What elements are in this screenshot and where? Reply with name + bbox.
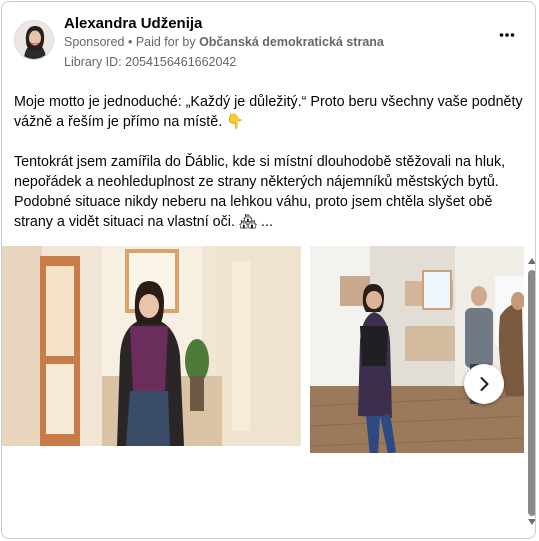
more-options-button[interactable]: [499, 27, 515, 46]
paid-for-by-name[interactable]: Občanská demokratická strana: [199, 35, 384, 49]
photo-apartment: [310, 246, 524, 453]
sponsored-line: Sponsored • Paid for by Občanská demokra…: [64, 35, 384, 49]
avatar-image: [15, 21, 53, 59]
sponsored-label: Sponsored: [64, 35, 125, 49]
carousel-image-2[interactable]: [310, 246, 524, 453]
advertiser-avatar[interactable]: [14, 20, 54, 60]
paid-for-prefix: Paid for by: [135, 35, 196, 49]
photo-hallway: [2, 246, 301, 446]
scroll-up-arrow-icon[interactable]: [528, 258, 535, 264]
ad-card: Alexandra Udženija Sponsored • Paid for …: [1, 1, 536, 539]
vertical-scrollbar[interactable]: [526, 258, 535, 528]
carousel-image-1[interactable]: [2, 246, 301, 446]
library-id: Library ID: 2054156461662042: [64, 55, 237, 69]
scroll-thumb[interactable]: [528, 270, 535, 516]
body-paragraph-1: Moje motto je jednoduché: „Každý je důle…: [14, 94, 523, 130]
scroll-down-arrow-icon[interactable]: [528, 519, 535, 525]
advertiser-name[interactable]: Alexandra Udženija: [64, 15, 202, 32]
chevron-right-icon: [480, 377, 489, 391]
image-carousel: [2, 246, 526, 454]
carousel-next-button[interactable]: [464, 364, 504, 404]
more-horizontal-icon: [499, 33, 515, 37]
body-paragraph-2: Tentokrát jsem zamířila do Ďáblic, kde s…: [14, 154, 506, 230]
ad-body-text: Moje motto je jednoduché: „Každý je důle…: [14, 92, 524, 232]
separator-dot: •: [127, 35, 136, 49]
